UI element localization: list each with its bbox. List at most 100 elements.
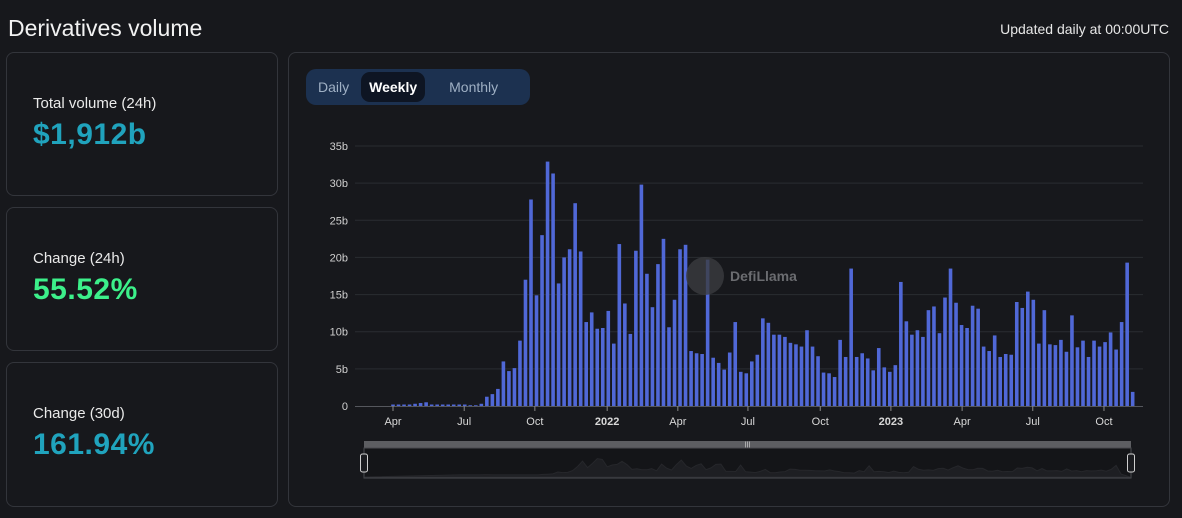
bar <box>810 346 815 406</box>
bar <box>440 404 445 406</box>
bar <box>1130 391 1135 406</box>
bar <box>396 404 401 406</box>
bar <box>523 279 528 406</box>
bar <box>788 342 793 406</box>
bar <box>992 335 997 406</box>
watermark: DefiLlama <box>686 257 797 295</box>
bar <box>418 403 423 406</box>
x-tick-label: Jul <box>1026 416 1040 428</box>
stat-value: 161.94% <box>33 428 155 461</box>
bar <box>876 348 881 406</box>
bar <box>816 356 820 406</box>
bar <box>496 388 500 406</box>
bar <box>551 173 555 406</box>
bar <box>1070 315 1074 406</box>
bar <box>1042 310 1047 406</box>
x-tick-label: Oct <box>1095 416 1112 428</box>
bar <box>948 268 953 406</box>
bar <box>750 361 754 406</box>
bar <box>1014 302 1019 406</box>
bar <box>727 352 732 406</box>
bar <box>744 373 749 406</box>
x-tick-label: Apr <box>669 416 686 428</box>
x-tick-label: Apr <box>384 416 401 428</box>
bar <box>391 404 395 406</box>
bar <box>959 325 964 406</box>
bar <box>1059 339 1063 406</box>
bar <box>987 351 991 406</box>
bar <box>1097 346 1102 406</box>
navigator-handle-left[interactable] <box>360 453 368 473</box>
bar <box>623 303 627 406</box>
bar <box>1009 354 1014 406</box>
y-tick-label: 35b <box>330 141 348 153</box>
x-tick-label: 2023 <box>879 416 903 428</box>
bar <box>716 362 721 406</box>
bar <box>1003 354 1008 406</box>
navigator-handle-right[interactable] <box>1127 453 1135 473</box>
bar <box>843 356 848 406</box>
tab-daily[interactable]: Daily <box>310 72 357 102</box>
defillama-logo-icon <box>686 257 724 295</box>
bar <box>446 404 450 406</box>
bar <box>479 403 484 406</box>
bar <box>1020 307 1025 406</box>
bar <box>589 312 594 406</box>
tab-monthly[interactable]: Monthly <box>441 72 506 102</box>
bar <box>766 322 771 406</box>
bar <box>981 346 986 406</box>
bar <box>761 318 765 406</box>
bar <box>512 368 517 406</box>
bar <box>1053 345 1058 406</box>
stat-label: Change (30d) <box>33 405 125 422</box>
stat-label: Change (24h) <box>33 250 125 267</box>
bar <box>556 283 561 406</box>
stat-value: $1,912b <box>33 118 147 151</box>
chart-card: 0 5b 10b 15b 20b 25b 30b 35b Apr Jul Oct 2022 Apr Jul… <box>288 52 1170 507</box>
bar <box>650 307 655 406</box>
bar <box>799 346 804 406</box>
page-title: Derivatives volume <box>8 15 203 41</box>
bar <box>832 377 837 406</box>
bar <box>865 358 870 406</box>
bar <box>1125 262 1129 406</box>
bar <box>402 404 406 406</box>
bar <box>1114 349 1118 406</box>
bar <box>888 371 892 406</box>
bar <box>645 273 649 406</box>
bar <box>921 336 925 406</box>
bar <box>1026 291 1030 406</box>
bar <box>435 404 439 406</box>
bar <box>468 405 473 406</box>
bar <box>783 336 787 406</box>
bar <box>689 351 693 406</box>
bar <box>926 310 931 406</box>
bar <box>474 405 478 406</box>
bar <box>838 339 842 406</box>
bar <box>628 333 633 406</box>
bar <box>578 251 583 406</box>
bar <box>794 344 798 406</box>
y-tick-label: 10b <box>330 327 348 339</box>
bar <box>501 361 506 406</box>
bar <box>534 295 539 406</box>
bar <box>860 353 864 406</box>
bar <box>1086 356 1091 406</box>
bar <box>617 244 622 406</box>
bar <box>451 404 456 406</box>
bar <box>854 356 859 406</box>
x-tick-label: Jul <box>741 416 755 428</box>
y-tick-label: 5b <box>336 364 348 376</box>
bar <box>1108 332 1113 406</box>
bar <box>518 340 522 406</box>
bar <box>943 297 947 406</box>
bar <box>490 394 495 406</box>
bar <box>910 334 914 406</box>
y-tick-label: 15b <box>330 290 348 302</box>
bar <box>567 249 572 406</box>
bar <box>738 371 743 406</box>
bar <box>413 403 417 406</box>
x-tick-label: Jul <box>457 416 471 428</box>
bar <box>882 367 887 406</box>
tab-weekly[interactable]: Weekly <box>361 72 426 102</box>
